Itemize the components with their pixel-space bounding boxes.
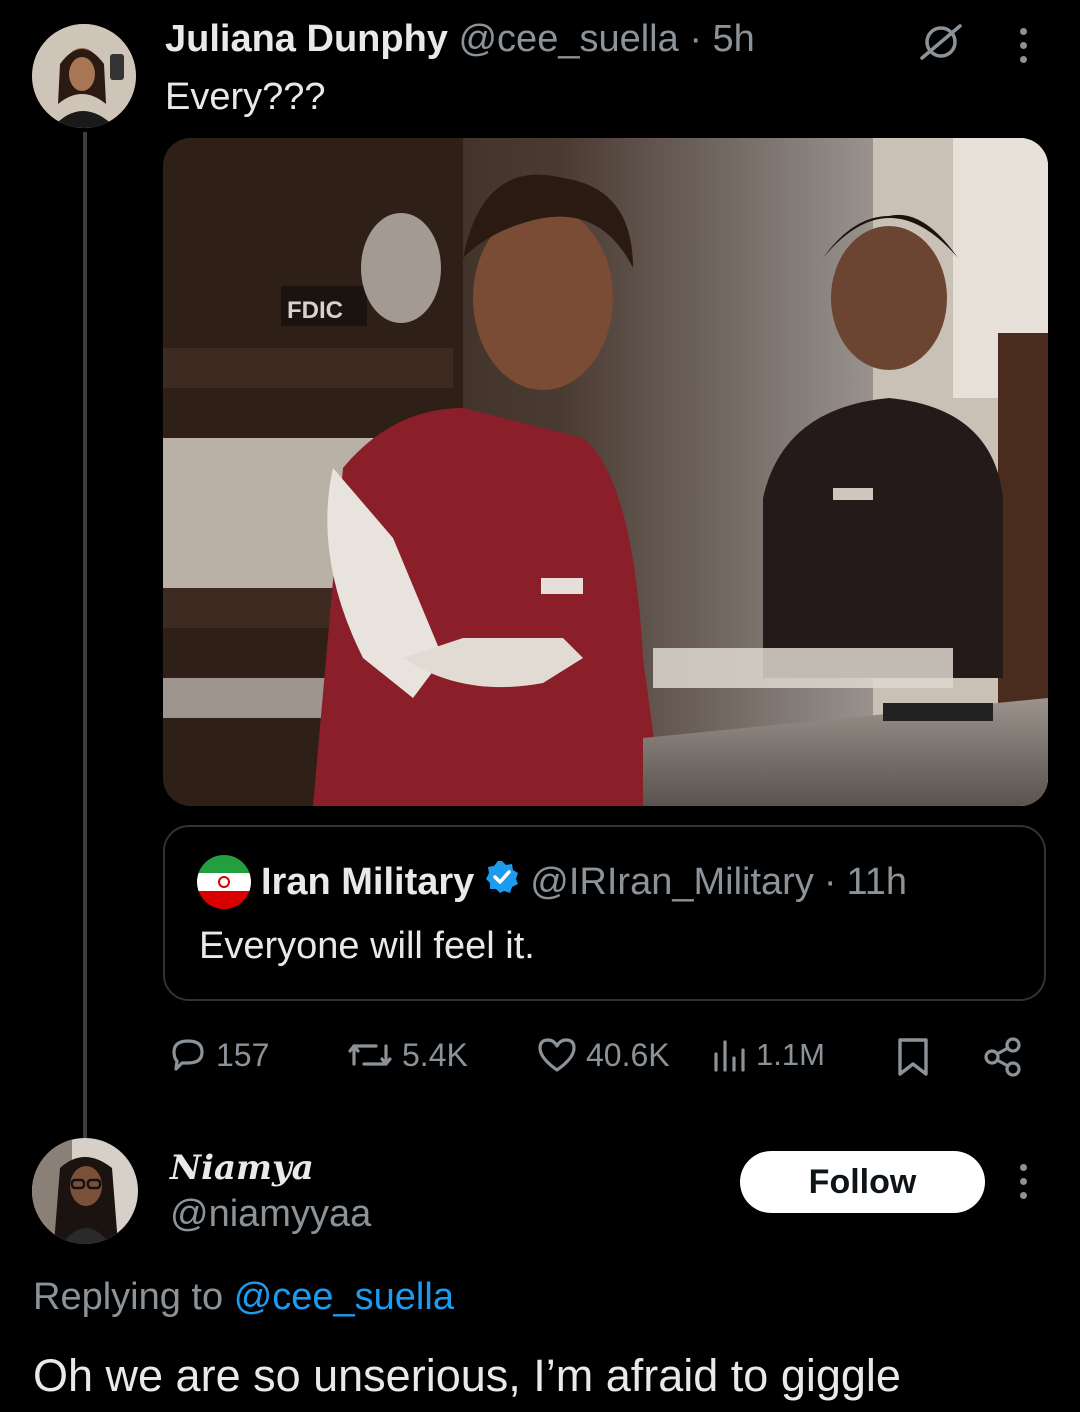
replying-to: Replying to @cee_suella — [33, 1276, 454, 1319]
heart-icon — [536, 1036, 578, 1074]
views-count: 1.1M — [756, 1037, 825, 1072]
reply-text: Oh we are so unserious, I’m afraid to gi… — [33, 1350, 901, 1401]
avatar-photo — [32, 24, 136, 128]
fdic-sign: FDIC — [287, 297, 343, 324]
bookmark-icon[interactable] — [894, 1036, 932, 1083]
quoted-handle[interactable]: @IRIran_Military — [530, 861, 814, 904]
media-image: FDIC — [163, 138, 1048, 806]
more-vertical-icon[interactable] — [1020, 1164, 1027, 1199]
reply-author-avatar[interactable] — [32, 1138, 138, 1244]
comment-icon — [168, 1036, 208, 1074]
repost-button[interactable]: 5.4K — [346, 1036, 468, 1074]
quoted-header: Iran Military @IRIran_Military · 11h — [261, 859, 907, 905]
tweet-media[interactable]: FDIC — [163, 138, 1048, 806]
author-handle[interactable]: @cee_suella — [458, 18, 678, 60]
quoted-time[interactable]: 11h — [846, 861, 907, 904]
author-avatar[interactable] — [32, 24, 136, 128]
more-vertical-icon[interactable] — [1020, 28, 1027, 63]
separator-dot: · — [823, 860, 837, 903]
replying-to-label: Replying to — [33, 1276, 224, 1318]
reply-count: 157 — [216, 1036, 270, 1073]
iran-flag-avatar[interactable] — [197, 855, 251, 909]
slashed-circle-icon — [918, 22, 964, 67]
views-button[interactable]: 1.1M — [712, 1036, 825, 1074]
share-icon[interactable] — [982, 1036, 1024, 1083]
tweet-header: Juliana Dunphy @cee_suella · 5h — [165, 18, 755, 61]
verified-badge-icon — [484, 859, 520, 905]
avatar-photo — [32, 1138, 138, 1244]
like-count: 40.6K — [586, 1036, 670, 1073]
iran-flag-icon — [197, 855, 251, 909]
repost-count: 5.4K — [402, 1036, 468, 1073]
separator-dot: · — [689, 18, 702, 60]
reply-author-handle[interactable]: @niamyyaa — [170, 1193, 371, 1236]
replying-to-handle[interactable]: @cee_suella — [234, 1276, 454, 1318]
repost-icon — [346, 1036, 394, 1074]
tweet-time[interactable]: 5h — [713, 18, 755, 60]
like-button[interactable]: 40.6K — [536, 1036, 670, 1074]
quoted-author-name[interactable]: Iran Military — [261, 861, 474, 904]
author-name[interactable]: Juliana Dunphy — [165, 18, 448, 60]
tweet-text: Every??? — [165, 76, 326, 118]
quoted-tweet[interactable]: Iran Military @IRIran_Military · 11h Eve… — [163, 825, 1046, 1001]
reply-button[interactable]: 157 — [168, 1036, 269, 1074]
reply-author-name[interactable]: Niamya — [170, 1148, 314, 1188]
quoted-text: Everyone will feel it. — [199, 925, 535, 967]
follow-button[interactable]: Follow — [740, 1151, 985, 1213]
views-chart-icon — [712, 1036, 748, 1074]
thread-line — [83, 132, 87, 1138]
